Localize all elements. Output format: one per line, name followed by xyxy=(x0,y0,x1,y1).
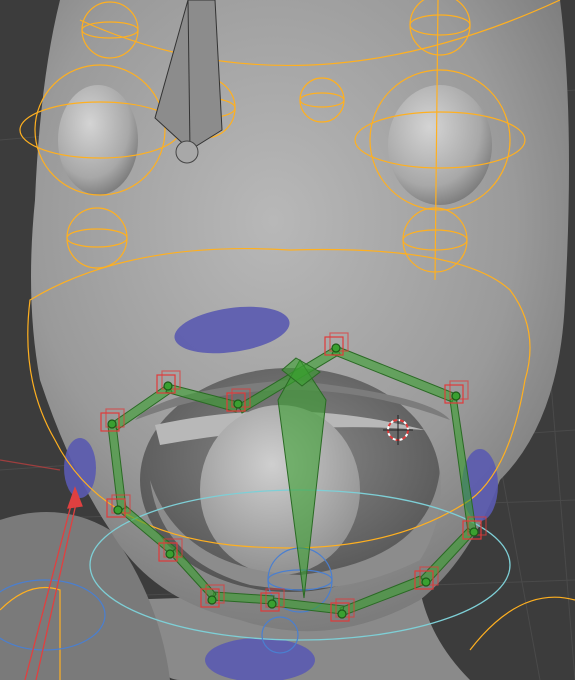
right-eye xyxy=(388,85,492,205)
nose-bone-head[interactable] xyxy=(175,140,199,164)
viewport-canvas[interactable] xyxy=(0,0,575,680)
chin-weight-patch xyxy=(205,638,315,680)
3d-viewport[interactable] xyxy=(0,0,575,680)
lower-rig-curve-right[interactable] xyxy=(469,596,575,651)
